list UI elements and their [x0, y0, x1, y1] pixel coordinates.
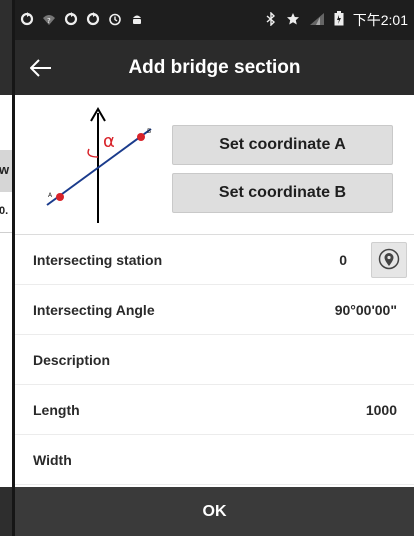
- status-time: 下午2:01: [352, 12, 408, 28]
- back-button[interactable]: [15, 40, 67, 95]
- angle-symbol: α: [103, 131, 115, 152]
- length-label: Length: [33, 401, 80, 418]
- page-title: Add bridge section: [128, 56, 301, 78]
- angle-arc: [87, 148, 99, 158]
- width-label: Width: [33, 451, 72, 468]
- sync-icon: [64, 11, 78, 29]
- title-bar: Add bridge section: [15, 40, 414, 95]
- description-label: Description: [33, 351, 111, 368]
- diagram-area: α A B Set coordinate A Set coordinate B: [15, 95, 414, 235]
- set-coordinate-a-button[interactable]: Set coordinate A: [172, 125, 393, 165]
- intersecting-angle-label: Intersecting Angle: [33, 301, 155, 318]
- intersecting-station-value[interactable]: 0: [339, 252, 347, 268]
- status-bar: ? 下午2:01: [15, 0, 414, 40]
- star-icon: [286, 12, 300, 29]
- background-divider: [0, 232, 12, 233]
- alarm-icon: [108, 12, 122, 29]
- bluetooth-icon: [265, 10, 277, 29]
- intersecting-station-label: Intersecting station: [33, 251, 163, 268]
- length-row[interactable]: Length 1000: [15, 385, 414, 435]
- pick-location-button[interactable]: [371, 242, 407, 278]
- back-arrow-icon: [30, 58, 51, 77]
- intersecting-angle-value[interactable]: 90°00'00": [335, 302, 397, 318]
- point-b-label: B: [147, 128, 151, 135]
- background-screen: w 0.: [0, 0, 12, 536]
- signal-icon: [309, 12, 325, 29]
- android-icon: [130, 12, 144, 29]
- location-pin-icon: [378, 248, 400, 270]
- point-a-label: A: [48, 192, 53, 199]
- background-footer: [0, 487, 12, 536]
- background-header: [0, 0, 12, 95]
- sync-icon: [86, 11, 100, 29]
- intersecting-station-row[interactable]: Intersecting station 0: [15, 235, 414, 285]
- intersecting-angle-row[interactable]: Intersecting Angle 90°00'00": [15, 285, 414, 335]
- sync-icon: [20, 11, 34, 29]
- width-row[interactable]: Width: [15, 435, 414, 485]
- wifi-question-icon: ?: [42, 12, 56, 29]
- add-bridge-section-dialog: ? 下午2:01 Add bridge section α A B Set co…: [15, 0, 414, 536]
- description-row[interactable]: Description: [15, 335, 414, 385]
- length-value[interactable]: 1000: [366, 402, 397, 418]
- point-a: [56, 193, 64, 201]
- background-button: w: [0, 150, 12, 192]
- bridge-intersection-diagram: α A B: [46, 107, 152, 223]
- point-b: [137, 133, 145, 141]
- svg-text:?: ?: [47, 17, 51, 25]
- set-coordinate-b-button[interactable]: Set coordinate B: [172, 173, 393, 213]
- background-text: 0.: [0, 205, 9, 217]
- battery-icon: [334, 11, 344, 29]
- ok-button[interactable]: OK: [15, 487, 414, 536]
